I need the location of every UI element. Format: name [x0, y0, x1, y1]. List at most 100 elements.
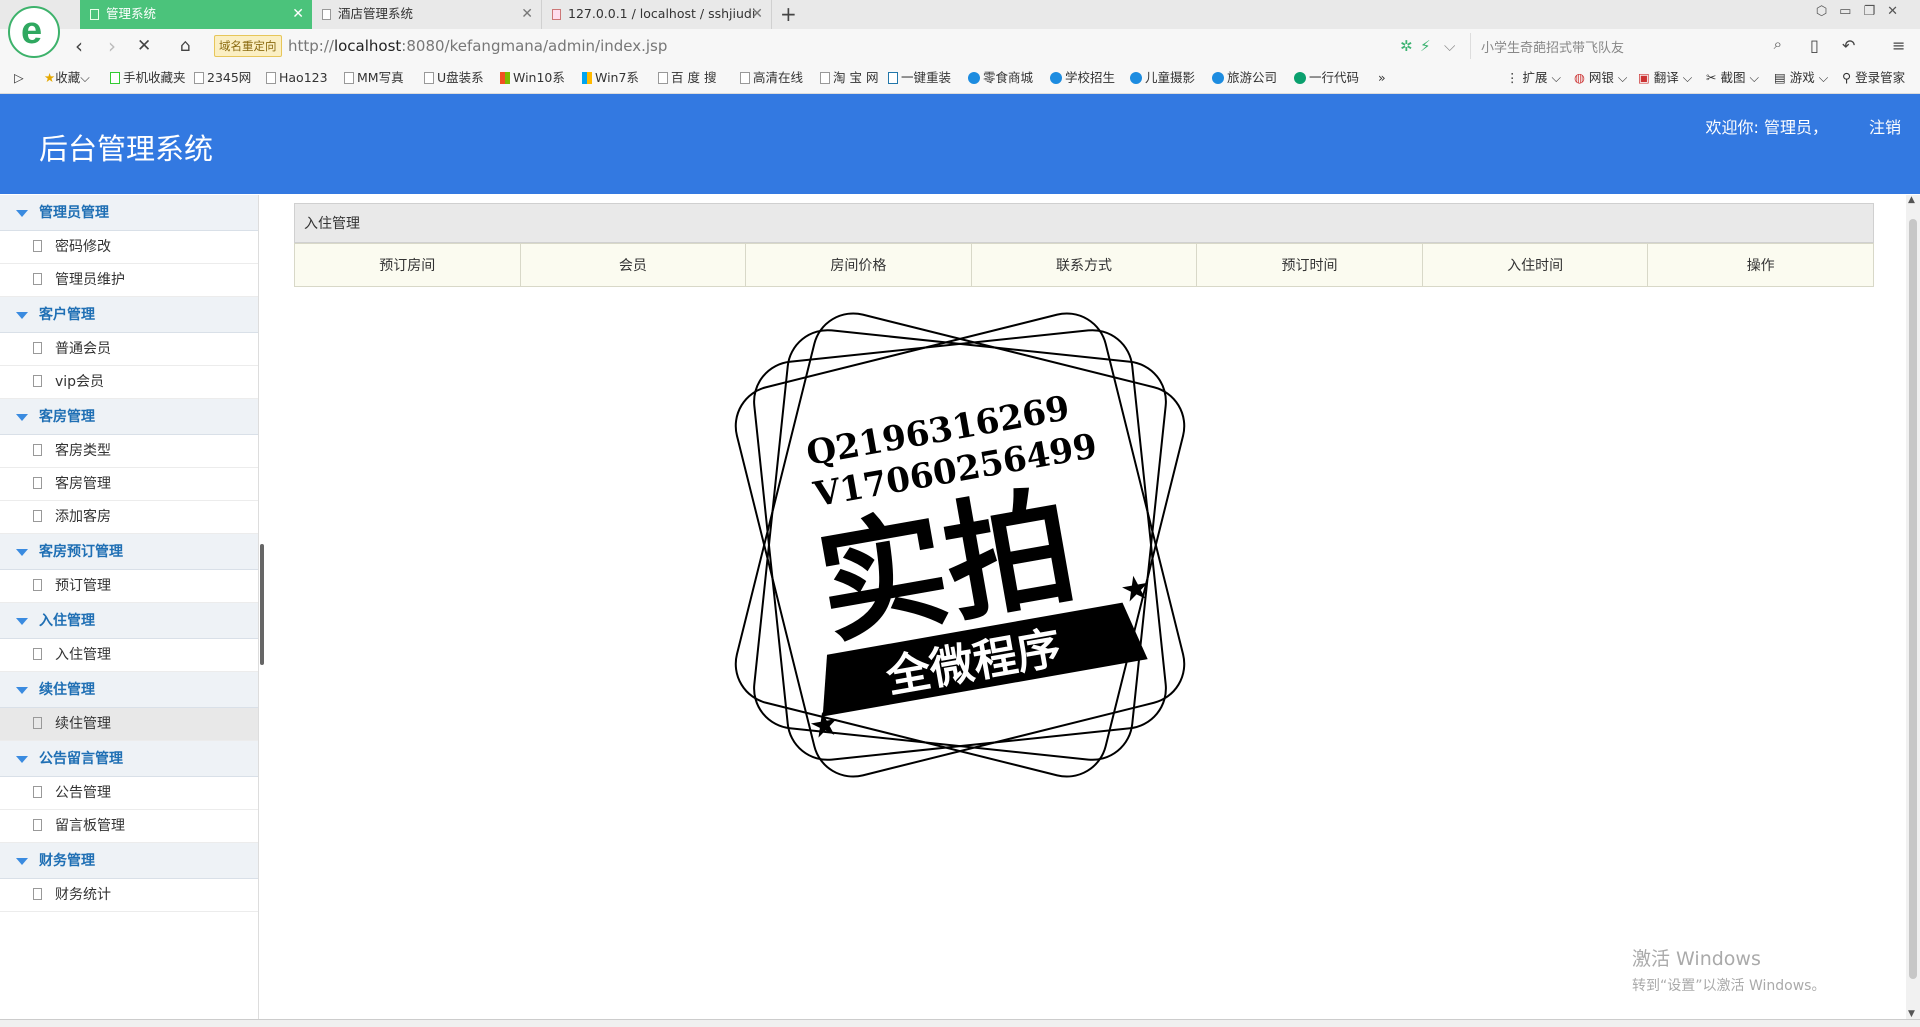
group-label: 客户管理 [39, 307, 95, 323]
tab-title: 管理系统 [106, 6, 157, 21]
sidebar-item-room-type[interactable]: 客房类型 [0, 435, 258, 468]
caret-down-icon [16, 414, 28, 421]
main-content: 入住管理 预订房间 会员 房间价格 联系方式 预订时间 入住时间 操作 [294, 203, 1874, 287]
speed-icon[interactable]: ⚡ [1420, 35, 1431, 57]
toolbar-translate[interactable]: ▣ 翻译 ⌵ [1638, 70, 1692, 86]
bookmark-item[interactable]: 百 度 搜 [658, 70, 716, 86]
scroll-down-icon[interactable]: ▼ [1908, 1009, 1915, 1019]
redirect-badge[interactable]: 域名重定向 [214, 35, 282, 57]
sidebar-item-message-board[interactable]: 留言板管理 [0, 810, 258, 843]
sidebar-item-password[interactable]: 密码修改 [0, 231, 258, 264]
document-icon [33, 717, 42, 729]
search-icon[interactable]: ⌕ [1774, 35, 1782, 53]
close-icon[interactable]: ✕ [751, 0, 763, 28]
bookmark-item[interactable]: Win7系 [582, 70, 639, 86]
sidebar-group-admin[interactable]: 管理员管理 [0, 195, 258, 231]
browser-logo-icon[interactable]: e [8, 6, 60, 58]
toolbar-bank[interactable]: ◍ 网银 ⌵ [1574, 70, 1627, 86]
browser-search-input[interactable]: 小学生奇葩招式带飞队友 ⌕ [1470, 33, 1788, 59]
sidebar-group-checkin[interactable]: 入住管理 [0, 603, 258, 639]
tab-admin-system[interactable]: 管理系统 ✕ [80, 0, 312, 29]
sidebar-item-room-manage[interactable]: 客房管理 [0, 468, 258, 501]
bookmark-favorites[interactable]: ★收藏⌵ [44, 70, 90, 86]
windows-activation-notice: 激活 Windows 转到“设置”以激活 Windows。 [1632, 944, 1825, 995]
item-label: 客房类型 [55, 443, 111, 459]
bookmark-item[interactable]: U盘装系 [424, 70, 484, 86]
sidebar-item-booking-manage[interactable]: 预订管理 [0, 570, 258, 603]
sidebar-item-regular-member[interactable]: 普通会员 [0, 333, 258, 366]
bookmark-item[interactable]: 一行代码 [1294, 70, 1359, 86]
more-bookmarks-icon[interactable]: » [1378, 70, 1386, 86]
caret-down-icon [16, 687, 28, 694]
page-icon [266, 72, 276, 84]
bookmark-item[interactable]: 一键重装 [888, 70, 951, 86]
sidebar-toggle-icon[interactable]: ▷ [14, 70, 24, 86]
item-label: 公告管理 [55, 785, 111, 801]
undo-icon[interactable]: ↶ [1842, 35, 1855, 57]
document-icon [33, 444, 42, 456]
close-icon[interactable]: ✕ [292, 0, 304, 28]
document-icon [33, 510, 42, 522]
page-icon [90, 9, 99, 20]
sidebar-group-booking[interactable]: 客房预订管理 [0, 534, 258, 570]
bookmark-item[interactable]: 零食商城 [968, 70, 1033, 86]
menu-icon[interactable]: ≡ [1892, 35, 1905, 57]
bookmark-item[interactable]: 儿童摄影 [1130, 70, 1195, 86]
url-input[interactable]: http://localhost:8080/kefangmana/admin/i… [288, 35, 667, 57]
sidebar-splitter-handle[interactable] [260, 544, 264, 665]
bookmark-item[interactable]: 旅游公司 [1212, 70, 1277, 86]
new-tab-icon[interactable]: + [780, 2, 797, 26]
toolbar-screenshot[interactable]: ✂ 截图 ⌵ [1706, 70, 1759, 86]
sidebar-item-notice-manage[interactable]: 公告管理 [0, 777, 258, 810]
bookmark-item[interactable]: MM写真 [344, 70, 404, 86]
sidebar-group-extend-stay[interactable]: 续住管理 [0, 672, 258, 708]
scrollbar-thumb[interactable] [1909, 219, 1917, 979]
scroll-up-icon[interactable]: ▲ [1908, 195, 1915, 205]
sidebar-item-vip-member[interactable]: vip会员 [0, 366, 258, 399]
reload-icon[interactable]: ✕ [137, 35, 151, 57]
sidebar-menu: 管理员管理 密码修改 管理员维护 客户管理 普通会员 vip会员 客房管理 客房… [0, 195, 259, 1019]
group-label: 财务管理 [39, 853, 95, 869]
caret-down-icon [16, 858, 28, 865]
logout-link[interactable]: 注销 [1869, 114, 1901, 138]
bookmark-item[interactable]: 学校招生 [1050, 70, 1115, 86]
tab-hotel-system[interactable]: 酒店管理系统 ✕ [312, 0, 542, 29]
bookmark-label: MM写真 [357, 70, 404, 85]
m-icon [1050, 72, 1062, 84]
group-label: 公告留言管理 [39, 751, 123, 767]
window-controls[interactable]: ⬡▭❐✕ [1816, 4, 1910, 19]
bookmark-item[interactable]: 手机收藏夹 [110, 70, 186, 86]
bookmark-item[interactable]: Win10系 [500, 70, 565, 86]
home-icon[interactable]: ⌂ [180, 35, 191, 57]
main-scrollbar[interactable]: ▲ ▼ [1906, 195, 1920, 1019]
page-icon [820, 72, 830, 84]
gamepad-icon: ▤ [1774, 70, 1790, 85]
column-header: 联系方式 [970, 243, 1198, 287]
sidebar-item-add-room[interactable]: 添加客房 [0, 501, 258, 534]
search-placeholder: 小学生奇葩招式带飞队友 [1481, 41, 1625, 56]
bookmark-item[interactable]: 高清在线 [740, 70, 803, 86]
phone-icon [110, 72, 120, 84]
toolbar-games[interactable]: ▤ 游戏 ⌵ [1774, 70, 1828, 86]
sidebar-item-admin-maintain[interactable]: 管理员维护 [0, 264, 258, 297]
sidebar-item-finance-stats[interactable]: 财务统计 [0, 879, 258, 912]
reader-icon[interactable]: ▯ [1810, 35, 1819, 57]
toolbar-extensions[interactable]: ⋮ 扩展 ⌵ [1506, 70, 1561, 86]
toolbar-login[interactable]: ⚲ 登录管家 [1842, 70, 1905, 86]
forward-icon[interactable]: › [108, 35, 116, 57]
bookmark-item[interactable]: Hao123 [266, 70, 328, 86]
dropdown-chevron-icon[interactable]: ⌵ [1444, 35, 1455, 57]
security-icon[interactable]: ✲ [1400, 35, 1413, 57]
bookmark-item[interactable]: 淘 宝 网 [820, 70, 878, 86]
tab-phpmyadmin[interactable]: 127.0.0.1 / localhost / sshjiudi ✕ [542, 0, 772, 29]
sidebar-group-room[interactable]: 客房管理 [0, 399, 258, 435]
sidebar-item-extend-stay-manage[interactable]: 续住管理 [0, 708, 258, 741]
sidebar-group-notice[interactable]: 公告留言管理 [0, 741, 258, 777]
back-icon[interactable]: ‹ [75, 35, 83, 57]
toolbar-label: 网银 [1588, 70, 1614, 85]
sidebar-group-finance[interactable]: 财务管理 [0, 843, 258, 879]
close-icon[interactable]: ✕ [521, 0, 533, 28]
bookmark-item[interactable]: 2345网 [194, 70, 251, 86]
sidebar-item-checkin-manage[interactable]: 入住管理 [0, 639, 258, 672]
sidebar-group-customer[interactable]: 客户管理 [0, 297, 258, 333]
